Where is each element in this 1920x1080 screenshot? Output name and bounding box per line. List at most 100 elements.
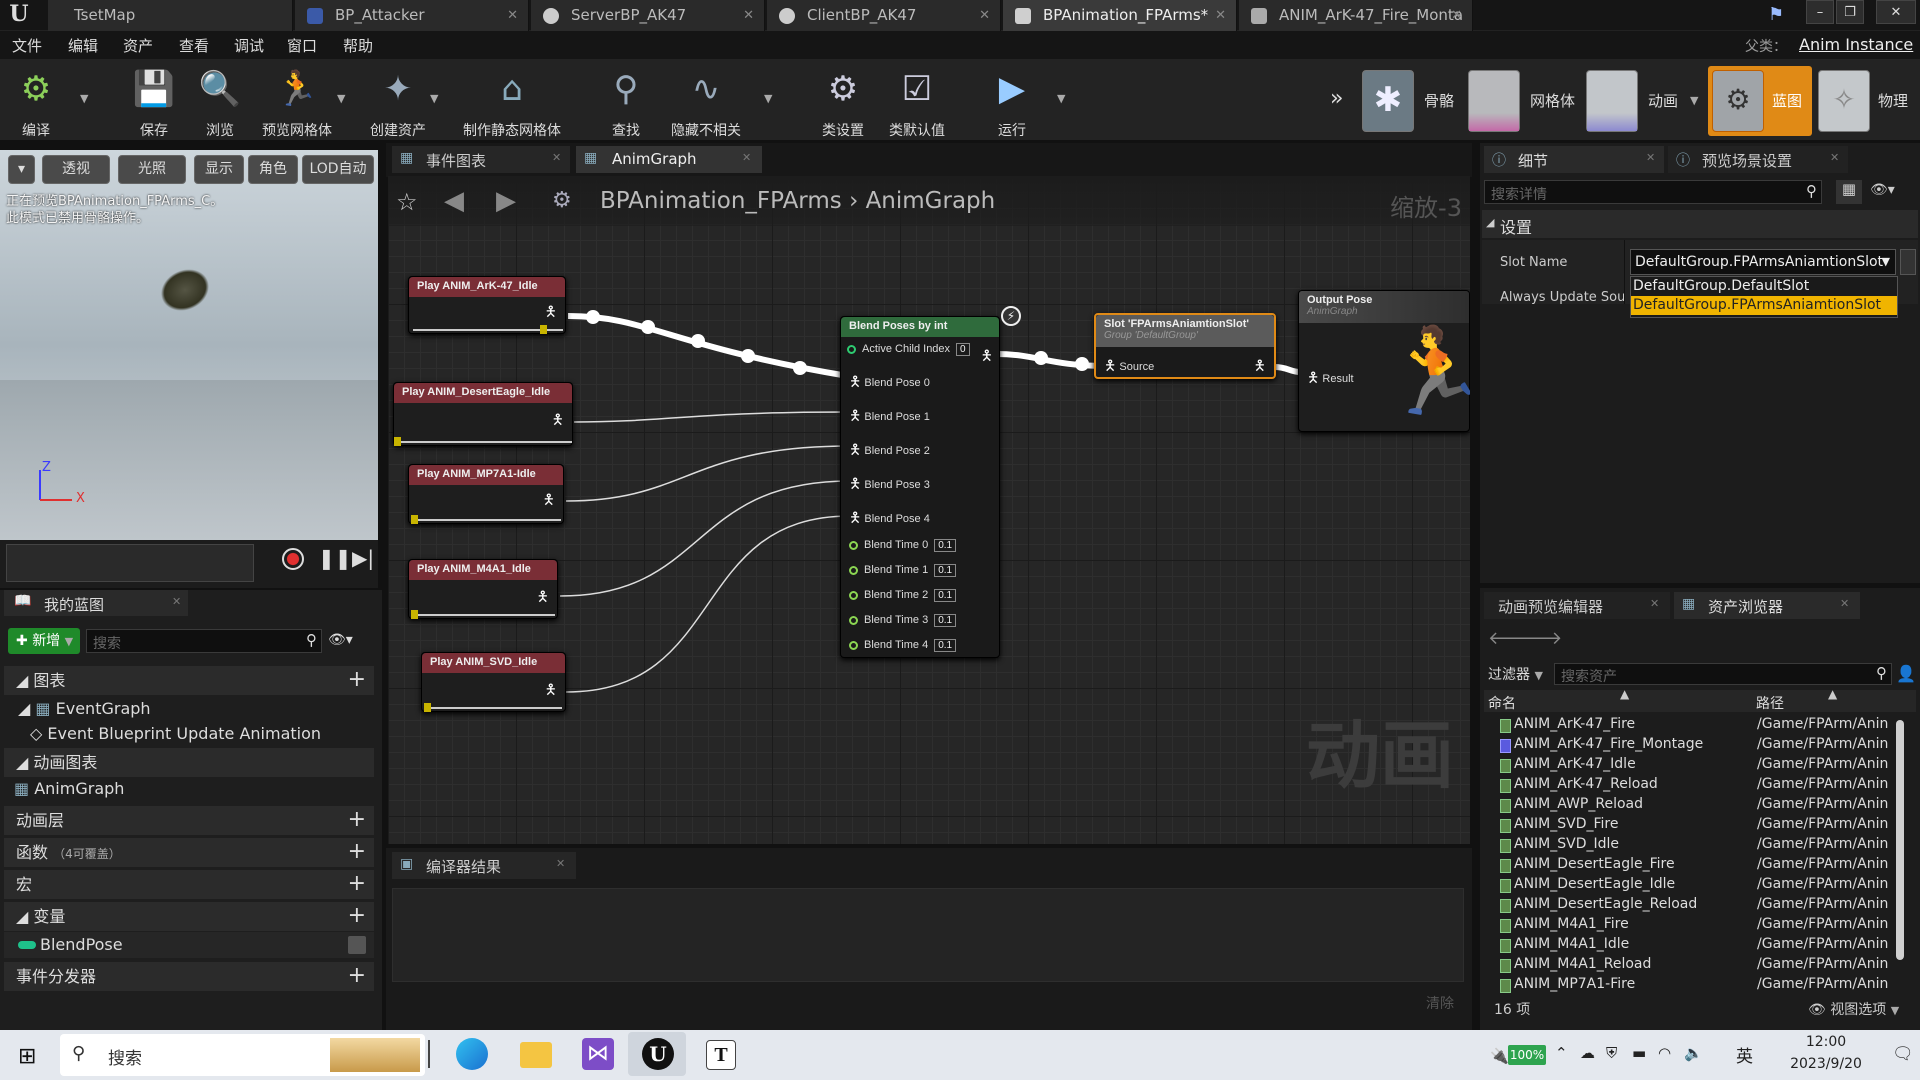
section-functions[interactable]: 函数 （4可覆盖） +	[4, 838, 374, 867]
blend-pose-1-pin[interactable]: 🯅 Blend Pose 1	[849, 405, 930, 429]
menu-edit[interactable]: 编辑	[68, 35, 98, 56]
close-icon[interactable]: ✕	[1830, 151, 1839, 164]
asset-list-item[interactable]: ANIM_ArK-47_Reload/Game/FPArm/Anin	[1500, 776, 1890, 796]
close-icon[interactable]: ✕	[507, 0, 518, 31]
tab-anim-graph[interactable]: ▦ AnimGraph ✕	[576, 146, 762, 173]
device-icon[interactable]: ▬	[1632, 1044, 1646, 1062]
source-control-icon[interactable]: ⚑	[1768, 4, 1784, 25]
close-icon[interactable]: ✕	[172, 595, 181, 608]
create-asset-button[interactable]: ✦ 创建资产	[360, 62, 436, 142]
close-icon[interactable]: ✕	[742, 151, 751, 164]
asset-list-item[interactable]: ANIM_DesertEagle_Idle/Game/FPArm/Anin	[1500, 876, 1890, 896]
sort-icon[interactable]: ▲	[1828, 687, 1837, 701]
tab-serverbp-ak47[interactable]: ServerBP_AK47 ✕	[531, 0, 765, 31]
section-variables[interactable]: ◢ 变量 +	[4, 902, 374, 931]
viewport-show-button[interactable]: 显示	[194, 155, 244, 184]
add-function-plus-icon[interactable]: +	[348, 838, 366, 865]
event-bp-update-item[interactable]: ◇ Event Blueprint Update Animation	[30, 724, 321, 743]
visual-studio-icon[interactable]: ⋈	[582, 1038, 614, 1070]
step-forward-icon[interactable]: ▶|	[352, 546, 374, 570]
pose-pin-icon[interactable]: 🯅	[552, 409, 564, 433]
close-icon[interactable]: ✕	[1650, 597, 1659, 610]
play-options-chevron-icon[interactable]: ▼	[1057, 92, 1065, 105]
play-node-svd-idle[interactable]: Play ANIM_SVD_Idle 🯅	[421, 652, 566, 712]
output-pose-node[interactable]: Output Pose AnimGraph 🯅 Result 🏃	[1298, 290, 1470, 432]
mode-skeleton-button[interactable]: ✱	[1362, 70, 1414, 132]
property-matrix-icon[interactable]: ▦	[1836, 180, 1862, 204]
create-asset-chevron-icon[interactable]: ▼	[430, 92, 438, 105]
output-pose-pin-icon[interactable]: 🯅	[1254, 355, 1266, 379]
pose-pin-icon[interactable]: 🯅	[545, 301, 557, 325]
pause-icon[interactable]: ❚❚	[318, 546, 352, 570]
graph-canvas[interactable]: ☆ ◀ ▶ ⚙ BPAnimation_FPArms › AnimGraph 缩…	[388, 176, 1470, 844]
play-node-m4a1-idle[interactable]: Play ANIM_M4A1_Idle 🯅	[408, 559, 558, 619]
viewport-menu-chevron-icon[interactable]: ▾	[8, 155, 35, 184]
section-anim-layers[interactable]: 动画层 +	[4, 806, 374, 835]
column-path-header[interactable]: 路径	[1756, 693, 1784, 713]
class-defaults-button[interactable]: ☑ 类默认值	[882, 62, 952, 142]
asset-list-item[interactable]: ANIM_M4A1_Idle/Game/FPArm/Anin	[1500, 936, 1890, 956]
play-node-mp7a1-idle[interactable]: Play ANIM_MP7A1-Idle 🯅	[408, 464, 564, 524]
section-anim-graphs[interactable]: ◢ 动画图表	[4, 748, 374, 777]
find-button[interactable]: ⚲ 查找	[596, 62, 656, 142]
compile-options-chevron-icon[interactable]: ▼	[80, 92, 88, 105]
settings-section-header[interactable]: ◢ 设置	[1482, 210, 1918, 238]
play-button[interactable]: ▶ 运行	[982, 62, 1042, 142]
section-event-dispatchers[interactable]: 事件分发器 +	[4, 962, 374, 991]
compiler-results-tab[interactable]: ▣ 编译器结果 ✕	[392, 852, 576, 879]
clear-button[interactable]: 清除	[1426, 993, 1454, 1013]
source-pin[interactable]: 🯅 Source	[1104, 355, 1154, 379]
variable-blendpose-row[interactable]: BlendPose	[4, 932, 374, 958]
close-button[interactable]: ✕	[1876, 0, 1916, 24]
visibility-eye-icon[interactable]: 👁▾	[1870, 182, 1895, 198]
menu-asset[interactable]: 资产	[123, 35, 153, 56]
mode-physics-button[interactable]: ✧	[1818, 70, 1870, 132]
my-blueprint-tab[interactable]: 📖 我的蓝图 ✕	[4, 590, 188, 616]
asset-list-item[interactable]: ANIM_ArK-47_Idle/Game/FPArm/Anin	[1500, 756, 1890, 776]
file-explorer-icon[interactable]	[520, 1042, 552, 1068]
tab-clientbp-ak47[interactable]: ClientBP_AK47 ✕	[767, 0, 1001, 31]
blueprint-search-input[interactable]: 搜索 ⚲	[86, 629, 322, 653]
asset-list-scrollbar[interactable]	[1896, 720, 1904, 960]
ime-indicator[interactable]: 英	[1736, 1042, 1753, 1067]
asset-browser-tab[interactable]: ▦ 资产浏览器 ✕	[1674, 592, 1860, 619]
close-icon[interactable]: ✕	[552, 151, 561, 164]
viewport-lod-button[interactable]: LOD自动	[302, 155, 374, 184]
asset-list-item[interactable]: ANIM_MP7A1-Fire/Game/FPArm/Anin	[1500, 976, 1890, 996]
blend-time-2-pin[interactable]: Blend Time 2 0.1	[849, 589, 957, 602]
minimize-button[interactable]: –	[1806, 0, 1834, 24]
animation-mode-chevron-icon[interactable]: ▼	[1690, 94, 1698, 107]
preview-mesh-chevron-icon[interactable]: ▼	[337, 92, 345, 105]
windows-start-icon[interactable]: ⊞	[18, 1044, 36, 1069]
dropdown-option-default-slot[interactable]: DefaultGroup.DefaultSlot	[1631, 277, 1897, 296]
pose-pin-icon[interactable]: 🯅	[543, 489, 555, 513]
class-settings-button[interactable]: ⚙ 类设置	[812, 62, 874, 142]
asset-list-item[interactable]: ANIM_ArK-47_Fire_Montage/Game/FPArm/Anin	[1500, 736, 1890, 756]
tab-event-graph[interactable]: ▦ 事件图表 ✕	[392, 146, 570, 173]
output-pose-pin-icon[interactable]: 🯅	[981, 345, 993, 369]
taskbar-search-box[interactable]: ⚲ 搜索	[60, 1034, 425, 1076]
unreal-engine-icon[interactable]: U	[642, 1038, 674, 1070]
close-icon[interactable]: ✕	[979, 0, 990, 31]
security-icon[interactable]: ⛨	[1606, 1044, 1617, 1062]
forward-arrow-icon[interactable]: 🡒	[1514, 628, 1562, 649]
browse-button[interactable]: 🔍 浏览	[192, 62, 248, 142]
slot-node[interactable]: Slot 'FPArmsAniamtionSlot' Group 'Defaul…	[1094, 313, 1276, 379]
asset-list-item[interactable]: ANIM_M4A1_Reload/Game/FPArm/Anin	[1500, 956, 1890, 976]
user-filter-icon[interactable]: 👤	[1896, 664, 1916, 683]
battery-indicator[interactable]: 100%	[1508, 1045, 1546, 1065]
event-graph-item[interactable]: ◢ ▦ EventGraph	[18, 699, 151, 718]
wifi-icon[interactable]: ◠	[1658, 1044, 1671, 1062]
asset-list-item[interactable]: ANIM_DesertEagle_Reload/Game/FPArm/Anin	[1500, 896, 1890, 916]
mode-blueprint-button[interactable]: ⚙	[1712, 70, 1764, 132]
maximize-button[interactable]: ❐	[1836, 0, 1864, 24]
asset-list-item[interactable]: ANIM_SVD_Idle/Game/FPArm/Anin	[1500, 836, 1890, 856]
volume-icon[interactable]: 🔈	[1684, 1044, 1703, 1062]
clock-time[interactable]: 12:00	[1784, 1034, 1868, 1050]
close-icon[interactable]: ✕	[1215, 0, 1226, 31]
timeline-track[interactable]	[6, 544, 254, 582]
save-button[interactable]: 💾 保存	[126, 62, 182, 142]
clock-date[interactable]: 2023/9/20	[1768, 1056, 1884, 1072]
tab-bpanimation-fparms[interactable]: BPAnimation_FPArms* ✕	[1003, 0, 1237, 31]
menu-file[interactable]: 文件	[12, 35, 42, 56]
